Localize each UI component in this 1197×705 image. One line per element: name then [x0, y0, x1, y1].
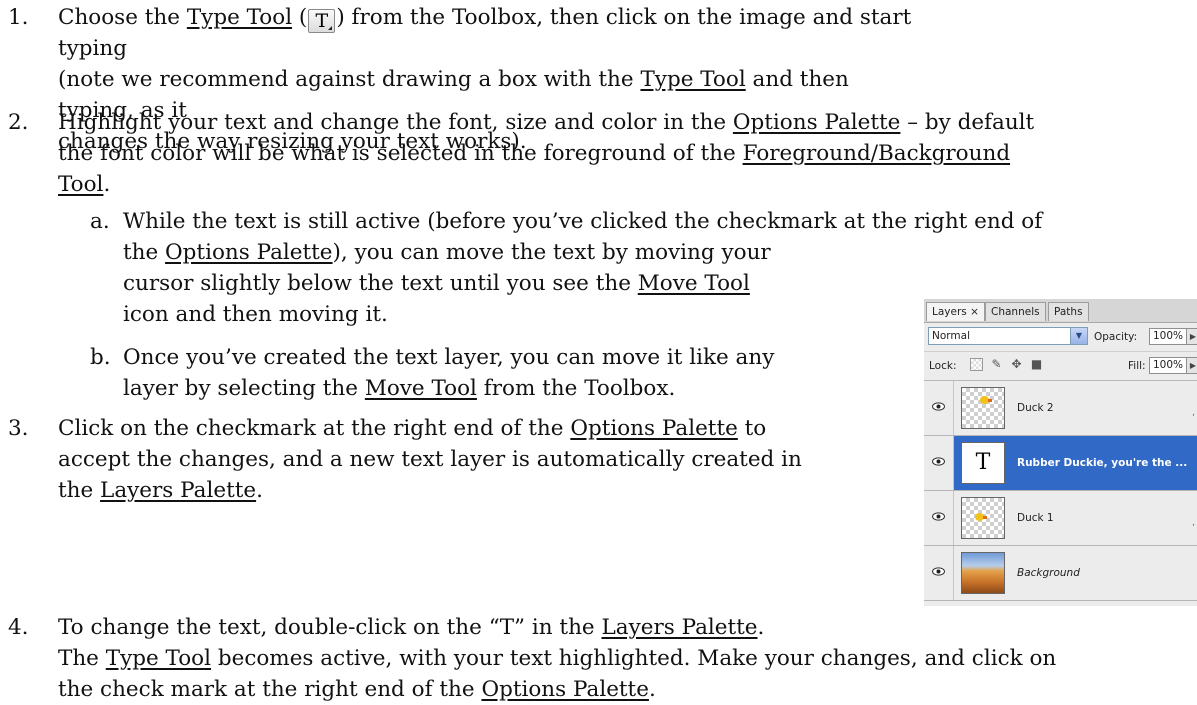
layer-row-duck-1[interactable]: Duck 1 , [924, 491, 1197, 546]
step-letter: b. [90, 345, 111, 370]
foreground-background-link: Foreground/Background [742, 141, 1011, 166]
layer-name: Duck 2 [1017, 402, 1054, 414]
step-text: The [58, 646, 106, 671]
fill-field[interactable]: 100% [1149, 357, 1187, 374]
step-text: layer by selecting the [123, 376, 365, 401]
step-text: To change the text, double-click on the … [58, 615, 602, 640]
visibility-toggle[interactable] [924, 491, 954, 545]
lock-fill-row: Lock: ✎ ✥ ■ Fill: 100% ▶ [924, 352, 1197, 381]
step-text: ( [292, 5, 308, 30]
tick-mark: , [1192, 518, 1195, 528]
step-text: . [103, 172, 111, 197]
step-text: . [757, 615, 765, 640]
step-letter: a. [90, 209, 110, 234]
type-tool-link: Type Tool [105, 646, 211, 671]
type-tool-icon: T [308, 9, 336, 33]
step-text: to [737, 416, 767, 441]
fill-label: Fill: [1128, 360, 1146, 372]
type-tool-link: Type Tool [186, 5, 293, 30]
blend-opacity-row: Normal ▼ Opacity: 100% ▶ [924, 323, 1197, 352]
step-number: 3. [8, 416, 29, 441]
step-text: (note we recommend against drawing a box… [58, 67, 641, 92]
layer-name: Rubber Duckie, you're the ... [1017, 457, 1188, 469]
lock-icons: ✎ ✥ ■ [970, 358, 1050, 371]
options-palette-link: Options Palette [732, 110, 901, 135]
step-text: the check mark at the right end of the [58, 677, 482, 702]
step-text: . [648, 677, 656, 702]
options-palette-link: Options Palette [570, 416, 738, 441]
type-tool-icon-letter: T [315, 10, 329, 32]
step-number: 1. [8, 5, 29, 30]
step-text: cursor slightly below the text until you… [123, 271, 638, 296]
step-text: ), you can move the text by moving your [332, 240, 771, 265]
move-tool-link: Move Tool [637, 271, 750, 296]
layers-palette: Layers × Channels Paths Normal ▼ Opacity:… [924, 299, 1197, 606]
tab-channels[interactable]: Channels [985, 302, 1046, 321]
opacity-label: Opacity: [1094, 331, 1138, 343]
step-number: 2. [8, 110, 29, 135]
tab-layers[interactable]: Layers × [926, 302, 985, 321]
step-number: 4. [8, 615, 29, 640]
layer-thumbnail [961, 387, 1005, 429]
opacity-field[interactable]: 100% [1149, 328, 1187, 345]
lock-brush-icon[interactable]: ✎ [990, 358, 1003, 371]
step-text: Click on the checkmark at the right end … [58, 416, 571, 441]
foreground-background-tool-link: Tool [58, 172, 104, 197]
layers-palette-link: Layers Palette [601, 615, 758, 640]
lock-move-icon[interactable]: ✥ [1010, 358, 1023, 371]
layer-row-text[interactable]: T Rubber Duckie, you're the ... [924, 436, 1197, 491]
step-text: While the text is still active (before y… [123, 209, 1043, 234]
visibility-toggle[interactable] [924, 381, 954, 435]
blend-mode-select[interactable]: Normal ▼ [928, 327, 1088, 345]
instructions-document: 1. Choose the Type Tool (T) from the Too… [0, 0, 1197, 704]
text-layer-thumbnail[interactable]: T [961, 442, 1005, 484]
chevron-down-icon: ▼ [1070, 328, 1087, 344]
layer-row-background[interactable]: Background [924, 546, 1197, 601]
step-text: from the Toolbox. [476, 376, 676, 401]
step-text: the [58, 478, 101, 503]
step-text: the font color will be what is selected … [58, 141, 743, 166]
eye-icon [932, 457, 945, 466]
step-text: Highlight your text and change the font,… [58, 110, 733, 135]
eye-icon [932, 567, 945, 576]
fill-slider-arrow-icon[interactable]: ▶ [1186, 357, 1197, 374]
palette-tab-bar: Layers × Channels Paths [924, 299, 1197, 323]
tick-mark: , [1192, 408, 1195, 418]
visibility-toggle[interactable] [924, 546, 954, 600]
step-text: – by default [900, 110, 1035, 135]
opacity-slider-arrow-icon[interactable]: ▶ [1186, 328, 1197, 345]
layer-row-duck-2[interactable]: Duck 2 , [924, 381, 1197, 436]
options-palette-link: Options Palette [481, 677, 649, 702]
lock-label: Lock: [929, 360, 957, 372]
move-tool-link: Move Tool [364, 376, 477, 401]
layer-thumbnail [961, 497, 1005, 539]
step-text: accept the changes, and a new text layer… [58, 447, 802, 472]
lock-transparent-icon[interactable] [970, 358, 983, 371]
background-thumbnail [961, 552, 1005, 594]
type-tool-link: Type Tool [640, 67, 746, 92]
layers-palette-link: Layers Palette [100, 478, 257, 503]
step-text: the [123, 240, 166, 265]
step-text: Once you’ve created the text layer, you … [123, 345, 775, 370]
eye-icon [932, 402, 945, 411]
step-text: becomes active, with your text highlight… [211, 646, 1057, 671]
visibility-toggle[interactable] [924, 436, 954, 490]
step-text: . [256, 478, 263, 503]
layer-name: Background [1017, 567, 1080, 579]
eye-icon [932, 512, 945, 521]
blend-mode-value: Normal [932, 330, 970, 342]
layer-name: Duck 1 [1017, 512, 1054, 524]
tab-paths[interactable]: Paths [1048, 302, 1089, 321]
options-palette-link: Options Palette [165, 240, 333, 265]
step-text: Choose the [58, 5, 187, 30]
lock-all-icon[interactable]: ■ [1030, 358, 1043, 371]
